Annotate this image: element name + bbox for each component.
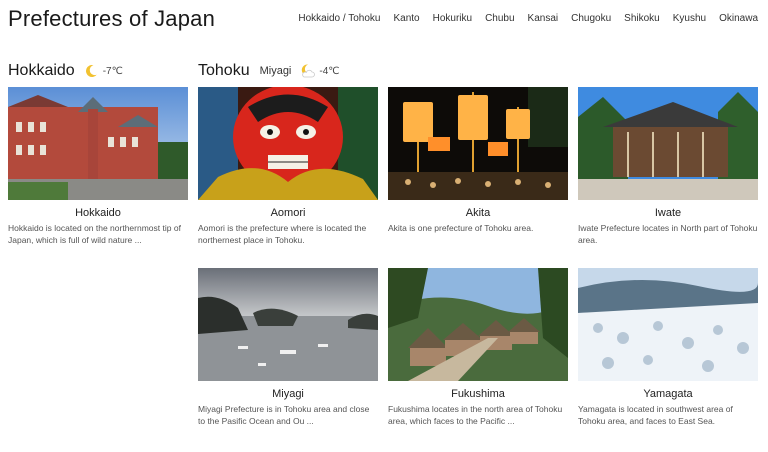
prefecture-card-aomori[interactable]: Aomori Aomori is the prefecture where is… [198,87,378,246]
hokkaido-section-head: Hokkaido -7℃ [8,62,123,80]
prefecture-card-hokkaido[interactable]: Hokkaido Hokkaido is located on the nort… [8,87,188,246]
tohoku-weather-city: Miyagi [259,65,292,77]
tohoku-section-title: Tohoku [198,62,250,79]
nav-kansai[interactable]: Kansai [528,13,559,24]
nav-kyushu[interactable]: Kyushu [673,13,706,24]
card-title[interactable]: Hokkaido [8,207,188,219]
card-description: Aomori is the prefecture where is locate… [198,223,367,245]
prefecture-card-yamagata[interactable]: Yamagata Yamagata is located in southwes… [578,268,758,427]
yamagata-photo[interactable] [578,268,758,381]
card-description: Iwate Prefecture locates in North part o… [578,223,758,245]
prefecture-card-miyagi[interactable]: Miyagi Miyagi Prefecture is in Tohoku ar… [198,268,378,427]
card-description: Hokkaido is located on the northernmost … [8,223,181,245]
nav-shikoku[interactable]: Shikoku [624,13,660,24]
moon-icon [83,63,99,79]
nav-kanto[interactable]: Kanto [393,13,419,24]
card-description: Akita is one prefecture of Tohoku area. [388,223,534,233]
card-title[interactable]: Iwate [578,207,758,219]
tohoku-temperature: -4℃ [319,65,340,77]
moon-cloud-icon [299,63,316,79]
akita-photo[interactable] [388,87,568,200]
card-description: Fukushima locates in the north area of T… [388,404,563,426]
nav-hokkaido-tohoku[interactable]: Hokkaido / Tohoku [298,13,380,24]
tohoku-section-head: Tohoku Miyagi -4℃ [198,62,340,80]
hokkaido-photo[interactable] [8,87,188,200]
card-title[interactable]: Miyagi [198,388,378,400]
prefecture-card-iwate[interactable]: Iwate Iwate Prefecture locates in North … [578,87,758,246]
prefecture-card-fukushima[interactable]: Fukushima Fukushima locates in the north… [388,268,568,427]
hokkaido-section-title: Hokkaido [8,62,75,79]
nav-okinawa[interactable]: Okinawa [719,13,758,24]
nav-chugoku[interactable]: Chugoku [571,13,611,24]
card-title[interactable]: Aomori [198,207,378,219]
region-nav: Hokkaido / Tohoku Kanto Hokuriku Chubu K… [298,13,758,24]
site-header: Prefectures of Japan Hokkaido / Tohoku K… [0,0,768,40]
page-title: Prefectures of Japan [8,6,216,31]
nav-hokuriku[interactable]: Hokuriku [433,13,472,24]
card-description: Yamagata is located in southwest area of… [578,404,733,426]
prefecture-card-akita[interactable]: Akita Akita is one prefecture of Tohoku … [388,87,568,246]
hokkaido-temperature: -7℃ [102,65,123,77]
card-title[interactable]: Akita [388,207,568,219]
fukushima-photo[interactable] [388,268,568,381]
iwate-photo[interactable] [578,87,758,200]
card-title[interactable]: Fukushima [388,388,568,400]
card-description: Miyagi Prefecture is in Tohoku area and … [198,404,370,426]
card-title[interactable]: Yamagata [578,388,758,400]
nav-chubu[interactable]: Chubu [485,13,514,24]
aomori-photo[interactable] [198,87,378,200]
miyagi-photo[interactable] [198,268,378,381]
